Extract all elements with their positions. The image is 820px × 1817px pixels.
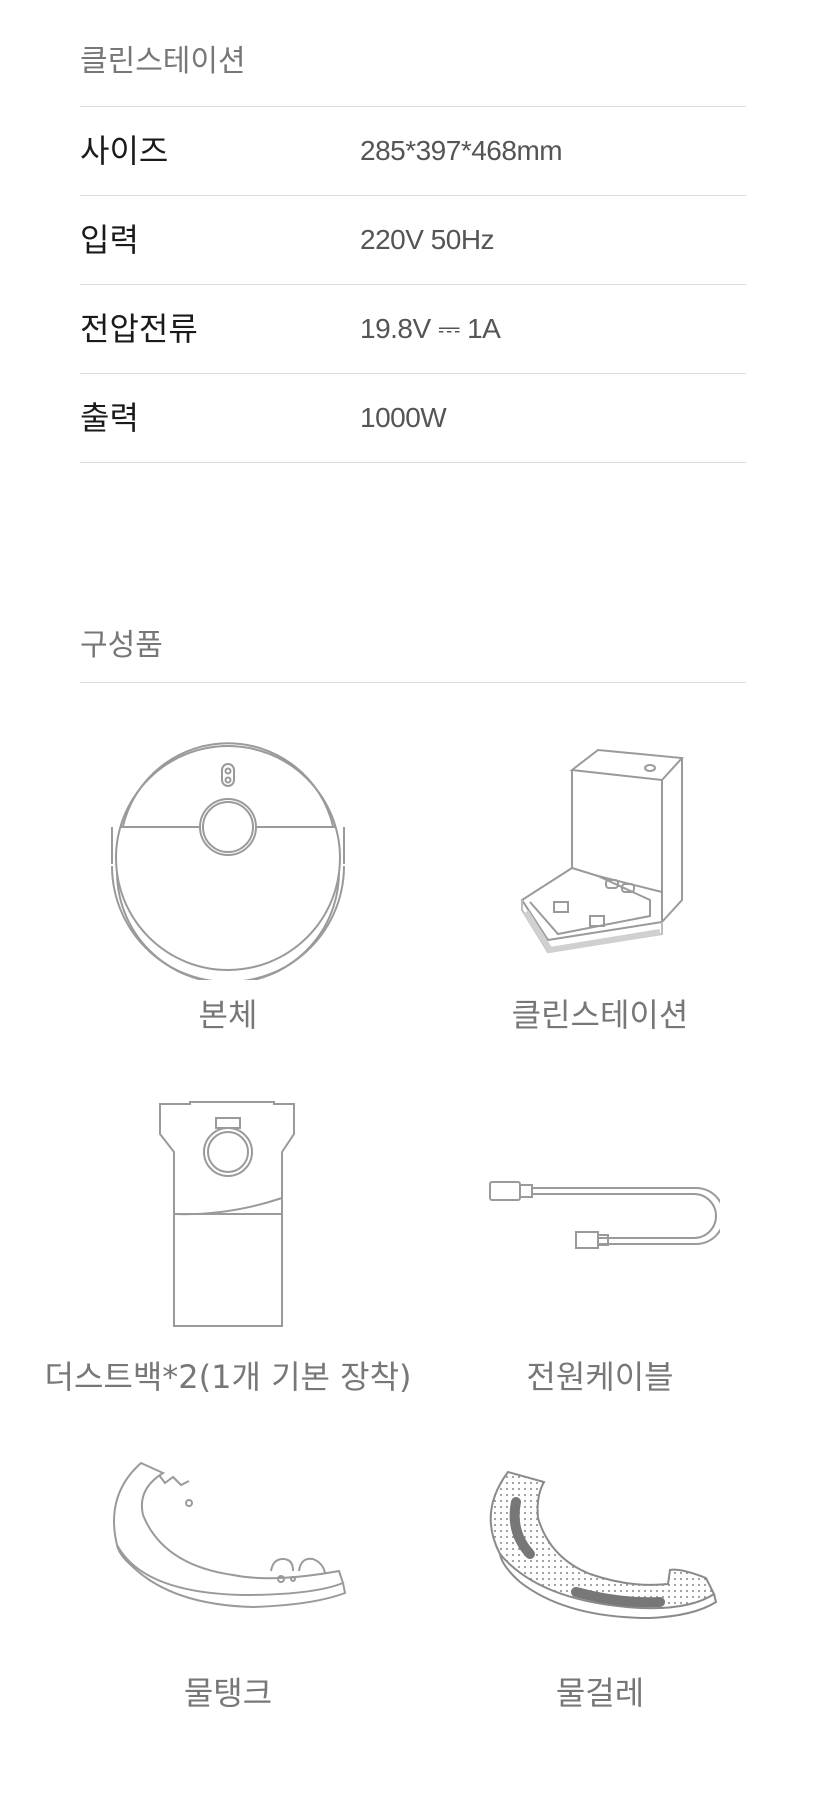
spec-value: 19.8V ⎓ 1A: [360, 313, 501, 344]
component-power-cable: [420, 1168, 780, 1268]
robot-vacuum-icon: [111, 742, 345, 980]
component-label: 전원케이블: [526, 1358, 674, 1396]
component-label: 물탱크: [183, 1674, 273, 1712]
component-clean-station: [420, 740, 780, 980]
spec-label: 사이즈: [80, 132, 169, 170]
station-section-title: 클린스테이션: [80, 44, 246, 79]
component-robot-vacuum: [48, 740, 408, 980]
spec-label: 전압전류: [80, 310, 198, 348]
component-label: 더스트백*2(1개 기본 장착): [44, 1358, 412, 1396]
spec-row-input: 입력 220V 50Hz: [80, 196, 746, 285]
mop-pad-icon: [489, 1470, 718, 1620]
spec-label: 출력: [80, 399, 139, 437]
spec-row-size: 사이즈 285*397*468mm: [80, 107, 746, 196]
spec-value: 285*397*468mm: [360, 135, 563, 166]
spec-value: 1000W: [360, 402, 447, 433]
components-section-title: 구성품: [80, 628, 163, 663]
components-section-divider: [80, 682, 746, 683]
component-water-tank: [48, 1455, 408, 1615]
component-label: 클린스테이션: [511, 996, 689, 1034]
spec-row-output: 출력 1000W: [80, 374, 746, 463]
clean-station-icon: [520, 748, 685, 954]
spec-value: 220V 50Hz: [360, 224, 495, 255]
spec-row-voltage-current: 전압전류 19.8V ⎓ 1A: [80, 285, 746, 374]
component-mop-pad: [420, 1462, 780, 1622]
component-label: 물걸레: [555, 1674, 645, 1712]
power-cable-icon: [489, 1181, 720, 1249]
spec-label: 입력: [80, 221, 139, 259]
water-tank-icon: [113, 1461, 347, 1609]
component-dust-bag: [48, 1100, 408, 1330]
component-label: 본체: [198, 996, 258, 1034]
dust-bag-icon: [159, 1101, 295, 1327]
